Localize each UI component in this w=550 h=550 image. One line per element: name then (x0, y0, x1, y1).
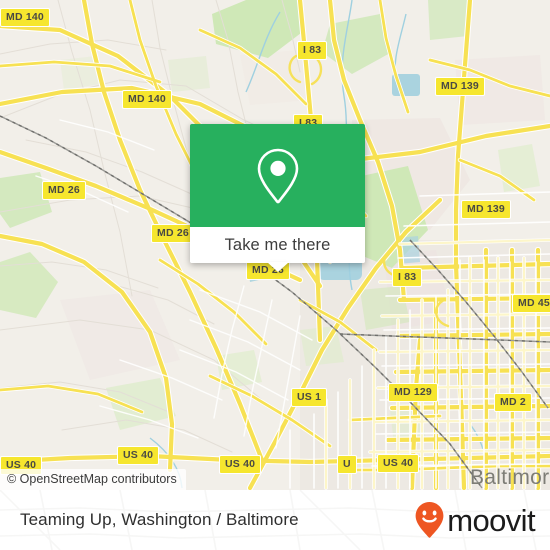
road-shield: US 40 (377, 454, 420, 473)
road-shield: MD 140 (122, 90, 172, 109)
map-canvas[interactable]: .rd-maj-c { stroke:#ffffff; stroke-linec… (0, 0, 550, 490)
road-shield: MD 2 (494, 393, 532, 412)
callout-pointer-tail (266, 262, 289, 272)
moovit-map-screenshot: .rd-maj-c { stroke:#ffffff; stroke-linec… (0, 0, 550, 550)
brand-name: moovit (447, 502, 535, 538)
road-shield: I 83 (392, 268, 423, 287)
moovit-brand-logo[interactable]: moovit (414, 501, 536, 539)
moovit-smiley-pin-icon (415, 502, 444, 538)
road-shield: MD 129 (388, 383, 438, 402)
road-shield: MD 139 (435, 77, 485, 96)
location-callout-card[interactable]: Take me there (190, 124, 365, 272)
road-shield: MD 45 (512, 294, 550, 313)
callout-icon-panel (190, 124, 365, 227)
map-pin-icon (257, 148, 298, 203)
road-shield: MD 140 (0, 8, 50, 27)
road-shield: US 40 (219, 455, 262, 474)
footer-bar: Teaming Up, Washington / Baltimore moovi… (0, 490, 550, 550)
road-shield: MD 26 (151, 224, 195, 243)
city-label-baltimore: Baltimore (470, 466, 550, 489)
road-shield: US 1 (291, 388, 328, 407)
take-me-there-button[interactable]: Take me there (225, 236, 331, 255)
road-shield: US 40 (117, 446, 160, 465)
callout-action-panel[interactable]: Take me there (190, 227, 365, 272)
page-title: Teaming Up, Washington / Baltimore (20, 510, 299, 529)
road-shield: MD 139 (461, 200, 511, 219)
road-shield: U (337, 455, 357, 474)
osm-attribution[interactable]: © OpenStreetMap contributors (0, 469, 186, 490)
road-shield: I 83 (297, 41, 328, 60)
road-shield: MD 26 (42, 181, 86, 200)
